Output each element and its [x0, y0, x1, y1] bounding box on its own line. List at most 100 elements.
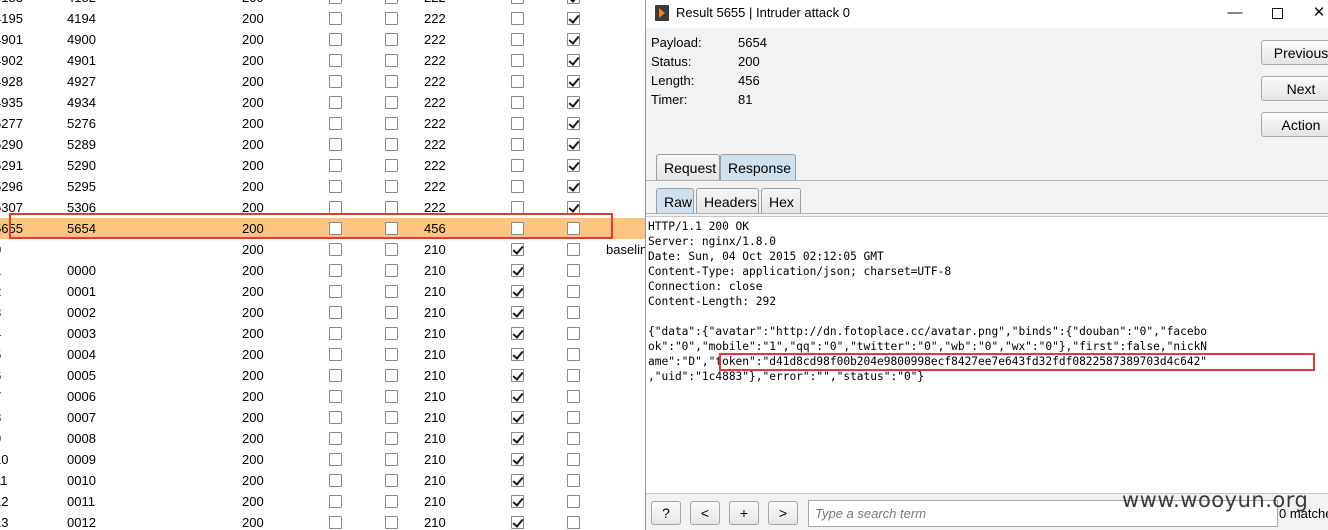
- timeout-checkbox[interactable]: [385, 453, 398, 466]
- match-checkbox-1[interactable]: [511, 495, 524, 508]
- timeout-checkbox[interactable]: [385, 348, 398, 361]
- table-row[interactable]: 5307 5306 200 222: [0, 197, 645, 218]
- match-checkbox-1[interactable]: [511, 243, 524, 256]
- table-row[interactable]: 11 0010 200 210: [0, 470, 645, 491]
- match-checkbox-1[interactable]: [511, 12, 524, 25]
- match-checkbox-2[interactable]: [567, 75, 580, 88]
- table-row[interactable]: 4 0003 200 210: [0, 323, 645, 344]
- match-checkbox-1[interactable]: [511, 222, 524, 235]
- match-checkbox-1[interactable]: [511, 264, 524, 277]
- timeout-checkbox[interactable]: [385, 474, 398, 487]
- timeout-checkbox[interactable]: [385, 390, 398, 403]
- timeout-checkbox[interactable]: [385, 138, 398, 151]
- match-checkbox-1[interactable]: [511, 516, 524, 529]
- table-row[interactable]: 4928 4927 200 222: [0, 71, 645, 92]
- error-checkbox[interactable]: [329, 222, 342, 235]
- timeout-checkbox[interactable]: [385, 201, 398, 214]
- table-row[interactable]: 5655 5654 200 456: [0, 218, 645, 239]
- table-row[interactable]: 0 200 210 baselin: [0, 239, 645, 260]
- timeout-checkbox[interactable]: [385, 264, 398, 277]
- match-checkbox-2[interactable]: [567, 390, 580, 403]
- error-checkbox[interactable]: [329, 96, 342, 109]
- match-checkbox-2[interactable]: [567, 516, 580, 529]
- match-checkbox-2[interactable]: [567, 117, 580, 130]
- match-checkbox-1[interactable]: [511, 201, 524, 214]
- match-checkbox-2[interactable]: [567, 432, 580, 445]
- timeout-checkbox[interactable]: [385, 243, 398, 256]
- table-row[interactable]: 5277 5276 200 222: [0, 113, 645, 134]
- match-checkbox-2[interactable]: [567, 285, 580, 298]
- table-row[interactable]: 1 0000 200 210: [0, 260, 645, 281]
- error-checkbox[interactable]: [329, 159, 342, 172]
- match-checkbox-2[interactable]: [567, 369, 580, 382]
- error-checkbox[interactable]: [329, 138, 342, 151]
- action-button[interactable]: Action: [1261, 112, 1328, 137]
- error-checkbox[interactable]: [329, 117, 342, 130]
- match-checkbox-2[interactable]: [567, 222, 580, 235]
- timeout-checkbox[interactable]: [385, 495, 398, 508]
- match-checkbox-2[interactable]: [567, 0, 580, 4]
- tab-request[interactable]: Request: [656, 154, 720, 180]
- table-row[interactable]: 6 0005 200 210: [0, 365, 645, 386]
- table-row[interactable]: 4901 4900 200 222: [0, 29, 645, 50]
- error-checkbox[interactable]: [329, 33, 342, 46]
- table-row[interactable]: 4902 4901 200 222: [0, 50, 645, 71]
- match-checkbox-2[interactable]: [567, 96, 580, 109]
- tab-response[interactable]: Response: [720, 154, 796, 180]
- table-row[interactable]: 12 0011 200 210: [0, 491, 645, 512]
- minimize-icon[interactable]: —: [1224, 3, 1246, 23]
- previous-button[interactable]: Previous: [1261, 40, 1328, 65]
- error-checkbox[interactable]: [329, 369, 342, 382]
- match-checkbox-1[interactable]: [511, 348, 524, 361]
- next-button[interactable]: Next: [1261, 76, 1328, 101]
- match-checkbox-1[interactable]: [511, 180, 524, 193]
- error-checkbox[interactable]: [329, 516, 342, 529]
- match-checkbox-2[interactable]: [567, 201, 580, 214]
- match-checkbox-2[interactable]: [567, 12, 580, 25]
- table-row[interactable]: 5296 5295 200 222: [0, 176, 645, 197]
- error-checkbox[interactable]: [329, 12, 342, 25]
- error-checkbox[interactable]: [329, 474, 342, 487]
- error-checkbox[interactable]: [329, 0, 342, 4]
- table-row[interactable]: 4183 4182 200 222: [0, 0, 645, 8]
- match-checkbox-1[interactable]: [511, 159, 524, 172]
- timeout-checkbox[interactable]: [385, 180, 398, 193]
- table-row[interactable]: 9 0008 200 210: [0, 428, 645, 449]
- match-checkbox-2[interactable]: [567, 243, 580, 256]
- table-row[interactable]: 4935 4934 200 222: [0, 92, 645, 113]
- match-checkbox-1[interactable]: [511, 117, 524, 130]
- match-checkbox-1[interactable]: [511, 0, 524, 4]
- match-checkbox-2[interactable]: [567, 33, 580, 46]
- match-checkbox-1[interactable]: [511, 285, 524, 298]
- search-add-button[interactable]: +: [729, 501, 759, 525]
- timeout-checkbox[interactable]: [385, 516, 398, 529]
- close-icon[interactable]: ✕: [1308, 3, 1328, 23]
- error-checkbox[interactable]: [329, 390, 342, 403]
- timeout-checkbox[interactable]: [385, 222, 398, 235]
- error-checkbox[interactable]: [329, 495, 342, 508]
- search-prev-button[interactable]: <: [690, 501, 720, 525]
- error-checkbox[interactable]: [329, 243, 342, 256]
- match-checkbox-1[interactable]: [511, 390, 524, 403]
- match-checkbox-1[interactable]: [511, 327, 524, 340]
- error-checkbox[interactable]: [329, 348, 342, 361]
- error-checkbox[interactable]: [329, 264, 342, 277]
- timeout-checkbox[interactable]: [385, 285, 398, 298]
- match-checkbox-2[interactable]: [567, 327, 580, 340]
- subtab-headers[interactable]: Headers: [696, 188, 759, 214]
- maximize-icon[interactable]: [1266, 3, 1288, 23]
- subtab-hex[interactable]: Hex: [761, 188, 801, 214]
- match-checkbox-2[interactable]: [567, 411, 580, 424]
- match-checkbox-1[interactable]: [511, 474, 524, 487]
- error-checkbox[interactable]: [329, 327, 342, 340]
- error-checkbox[interactable]: [329, 285, 342, 298]
- table-row[interactable]: 13 0012 200 210: [0, 512, 645, 530]
- error-checkbox[interactable]: [329, 201, 342, 214]
- timeout-checkbox[interactable]: [385, 159, 398, 172]
- match-checkbox-2[interactable]: [567, 453, 580, 466]
- match-checkbox-1[interactable]: [511, 306, 524, 319]
- error-checkbox[interactable]: [329, 75, 342, 88]
- table-row[interactable]: 5291 5290 200 222: [0, 155, 645, 176]
- match-checkbox-1[interactable]: [511, 33, 524, 46]
- table-row[interactable]: 5 0004 200 210: [0, 344, 645, 365]
